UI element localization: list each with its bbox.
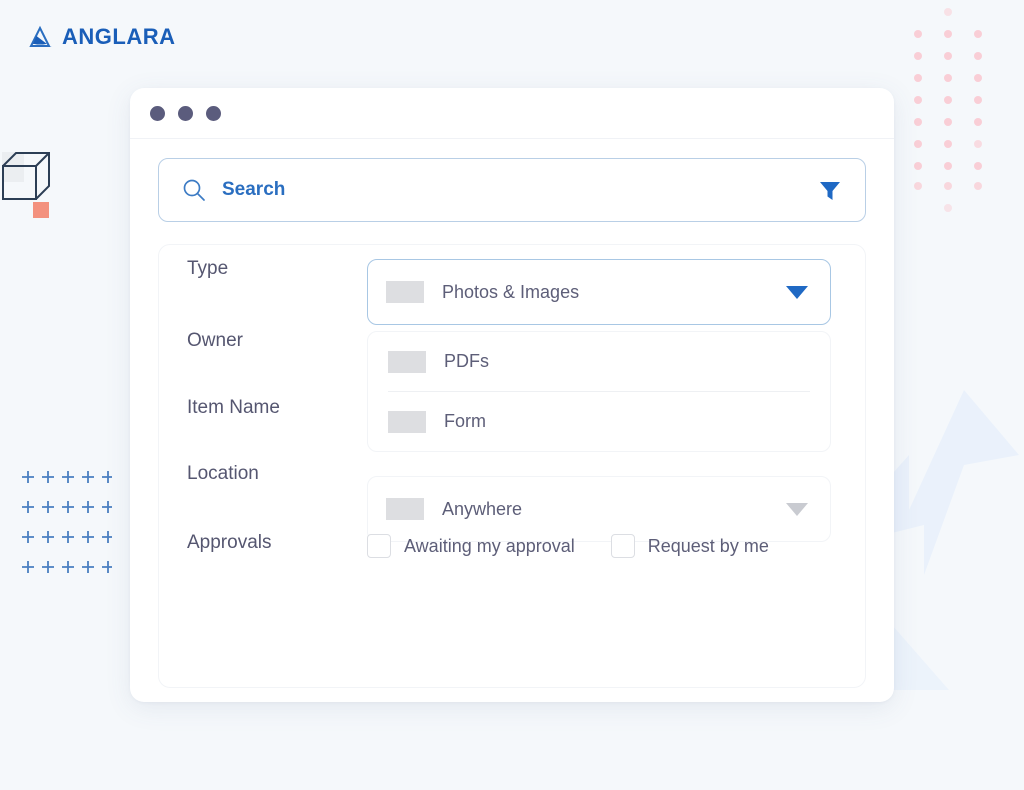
- type-option-label: PDFs: [444, 351, 489, 371]
- search-input[interactable]: Search: [222, 179, 817, 201]
- type-control: Photos & Images PDFs Form: [367, 259, 831, 452]
- filter-funnel-icon[interactable]: [817, 177, 843, 203]
- filter-label-approvals: Approvals: [187, 532, 272, 553]
- form-thumb-icon: [388, 410, 426, 433]
- filter-row-approvals: Approvals Awaiting my approval Request b…: [187, 533, 831, 559]
- plus-grid-decoration: [22, 471, 112, 573]
- type-option-label: Form: [444, 411, 486, 431]
- location-selected-value: Anywhere: [442, 498, 523, 519]
- type-thumb-icon: [386, 281, 424, 303]
- filter-label-type: Type: [187, 258, 229, 279]
- filter-row-type: Type Photos & Images PDFs Form: [187, 259, 831, 452]
- location-control: Anywhere: [367, 464, 831, 542]
- filter-row-item-name: Item Name: [187, 398, 367, 417]
- brand-logo: ANGLARA: [28, 24, 176, 50]
- chevron-down-icon[interactable]: [784, 500, 810, 518]
- search-icon: [183, 179, 205, 201]
- type-option-form[interactable]: Form: [388, 391, 810, 451]
- chevron-down-icon[interactable]: [784, 283, 810, 301]
- type-select[interactable]: Photos & Images: [367, 259, 831, 325]
- pdfs-thumb-icon: [388, 350, 426, 373]
- window-dot-1[interactable]: [150, 105, 165, 121]
- filter-label-location: Location: [187, 463, 259, 484]
- window-dot-2[interactable]: [178, 105, 193, 121]
- approvals-checkbox-group: Awaiting my approval Request by me: [367, 533, 831, 559]
- brand-name: ANGLARA: [62, 24, 176, 49]
- filter-row-location: Location Anywhere: [187, 464, 831, 542]
- checkbox-request-by-me[interactable]: [610, 534, 635, 558]
- approvals-control: Awaiting my approval Request by me: [367, 533, 831, 559]
- filter-row-owner: Owner: [187, 331, 367, 350]
- pink-dot-grid-decoration: [914, 8, 982, 212]
- window-dot-3[interactable]: [206, 105, 221, 121]
- location-thumb-icon: [386, 498, 424, 520]
- wireframe-cube-decoration: [2, 152, 50, 218]
- checkbox-label-awaiting-my-approval: Awaiting my approval: [404, 535, 575, 556]
- browser-window: Search Type Photos & Images PDFs Form Ow…: [130, 88, 894, 702]
- search-bar[interactable]: Search: [158, 158, 866, 222]
- filter-label-item-name: Item Name: [187, 397, 280, 418]
- type-selected-value: Photos & Images: [442, 281, 580, 302]
- checkbox-label-request-by-me: Request by me: [647, 535, 769, 556]
- window-titlebar: [130, 88, 894, 139]
- type-options-list: PDFs Form: [367, 331, 831, 452]
- filter-label-owner: Owner: [187, 330, 243, 351]
- window-content: Search Type Photos & Images PDFs Form Ow…: [130, 139, 894, 688]
- checkbox-awaiting-my-approval[interactable]: [367, 534, 391, 558]
- anglara-triangle-logo-icon: [29, 25, 52, 47]
- type-option-pdfs[interactable]: PDFs: [388, 332, 810, 391]
- filters-panel: Type Photos & Images PDFs Form Owner Ite…: [158, 244, 866, 688]
